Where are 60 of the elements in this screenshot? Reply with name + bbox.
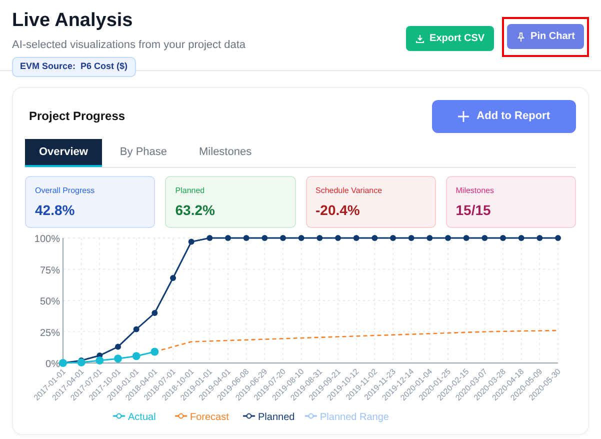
point (77, 358, 86, 366)
point (298, 235, 304, 241)
point (188, 238, 194, 245)
plus-icon (458, 110, 469, 122)
point (353, 235, 360, 241)
legend-label[interactable]: Planned (258, 412, 295, 423)
point (482, 235, 488, 241)
point (132, 352, 140, 360)
point (170, 275, 176, 281)
page-subtitle: AI-selected visualizations from your project data (12, 38, 246, 53)
axis-label: 75% (40, 265, 60, 276)
point (555, 235, 561, 241)
point (500, 235, 506, 241)
point (114, 354, 122, 363)
export-button[interactable]: Export CSV (406, 26, 494, 51)
point (96, 356, 104, 364)
point (152, 310, 158, 316)
point (115, 344, 121, 350)
tab[interactable]: Milestones (185, 138, 266, 167)
stat-label: Milestones (456, 185, 495, 197)
stat-value: 63.2% (175, 201, 216, 220)
stat-label: Planned (175, 185, 206, 197)
stat-value: 15/15 (456, 201, 492, 220)
point (280, 235, 286, 241)
axis-label: 25% (40, 328, 60, 339)
card-title: Project Progress (28, 108, 126, 126)
page-title: Live Analysis (12, 10, 134, 33)
point (243, 235, 250, 241)
point (408, 235, 414, 241)
axis-label: 0% (46, 359, 60, 370)
stat-label: Overall Progress (35, 185, 96, 197)
point (445, 235, 451, 241)
tab[interactable]: Overview (25, 138, 102, 167)
add-to-report-button[interactable]: Add to Report (432, 100, 576, 132)
axis-label: 50% (40, 296, 60, 308)
point (518, 235, 524, 241)
point (150, 348, 159, 356)
source-badge: EVM Source: P6 Cost ($) (12, 57, 136, 77)
stat-value: 42.8% (35, 201, 76, 220)
point (536, 235, 543, 241)
legend-label[interactable]: Actual (128, 412, 156, 423)
point (206, 235, 213, 241)
download-icon (414, 34, 425, 44)
point (133, 326, 140, 332)
stat-label: Schedule Variance (316, 185, 384, 197)
point (262, 235, 268, 241)
point (390, 235, 396, 241)
point (335, 235, 341, 241)
tab[interactable]: By Phase (106, 138, 182, 167)
point (463, 235, 470, 241)
legend-label[interactable]: Forecast (190, 412, 229, 423)
point (225, 235, 231, 241)
point (316, 235, 323, 241)
axis-label: 100% (34, 234, 60, 245)
pin-icon (516, 32, 526, 42)
stat-value: -20.4% (316, 201, 361, 220)
pin-button[interactable]: Pin Chart (506, 24, 584, 49)
point (426, 235, 433, 241)
point (372, 235, 378, 241)
legend-label[interactable]: Planned Range (320, 412, 389, 423)
